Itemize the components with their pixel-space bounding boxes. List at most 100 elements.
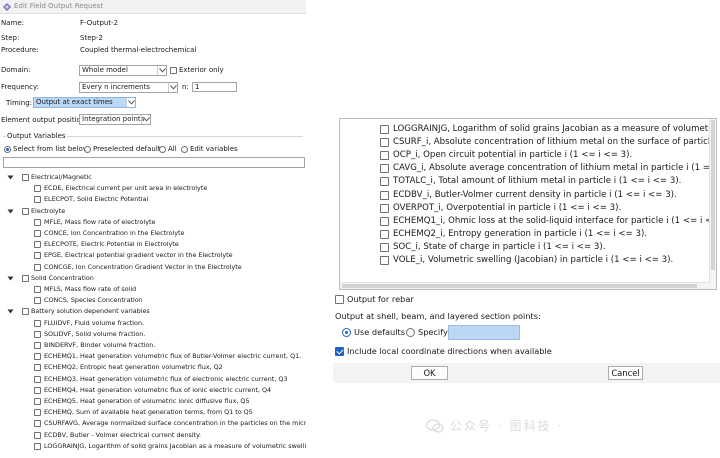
all-radio[interactable] [159, 146, 166, 153]
output-for-rebar-checkbox[interactable] [335, 295, 344, 304]
list-item-checkbox[interactable] [380, 203, 389, 213]
ok-button[interactable]: OK [411, 366, 448, 380]
variables-text-field[interactable] [3, 157, 305, 168]
list-item[interactable]: VOLE_i, Volumetric swelling (Jacobian) i… [380, 253, 716, 266]
tree-item-row[interactable]: FLUIDVF, Fluid volume fraction. [0, 318, 306, 329]
tree-group-row[interactable]: Electrical/Magnetic [0, 172, 306, 183]
list-item[interactable]: OCP_i, Open circuit potential in particl… [380, 148, 716, 161]
tree-checkbox[interactable] [34, 420, 41, 428]
list-item[interactable]: LOGGRAINJG, Logarithm of solid grains Ja… [380, 122, 716, 135]
tree-checkbox[interactable] [34, 398, 41, 405]
tree-item-row[interactable]: LOGGRAINJG, Logarithm of solid grains Ja… [0, 441, 306, 452]
tree-checkbox[interactable] [34, 252, 41, 260]
tree-checkbox[interactable] [34, 386, 41, 394]
list-item[interactable]: OVERPOT_i, Overpotential in particle i (… [380, 201, 716, 214]
tree-item-row[interactable]: EPGE, Electrical potential gradient vect… [0, 250, 306, 261]
domain-combo[interactable]: Whole model [79, 65, 167, 76]
tree-checkbox[interactable] [34, 263, 41, 271]
list-item-checkbox[interactable] [380, 216, 389, 226]
tree-checkbox[interactable] [34, 185, 41, 193]
tree-item-row[interactable]: ECHEMQ5, Heat generation of volumetric i… [0, 396, 306, 407]
element-output-combo[interactable]: Integration points [79, 114, 151, 125]
tree-item-row[interactable]: ELECPOTE, Electric Potential in Electrol… [0, 239, 306, 250]
output-variables-tree[interactable]: Electrical/Magnetic ECDE, Electrical curr… [0, 171, 306, 458]
list-item[interactable]: ECDBV_i, Butler-Volmer current density i… [380, 188, 716, 201]
timing-combo[interactable]: Output at exact times [33, 97, 136, 108]
tree-checkbox[interactable] [34, 353, 41, 361]
tree-item-row[interactable]: MFLS, Mass flow rate of solid [0, 284, 306, 295]
specify-radio[interactable] [406, 328, 415, 337]
tree-checkbox[interactable] [34, 241, 41, 249]
tree-checkbox[interactable] [22, 308, 29, 316]
preselected-defaults-radio[interactable] [84, 146, 91, 153]
tree-item-row[interactable]: CONCGE, Ion Concentration Gradient Vecto… [0, 262, 306, 273]
list-item-checkbox[interactable] [380, 125, 389, 134]
tree-checkbox[interactable] [34, 375, 41, 383]
tree-item-row[interactable]: SOLIDVF, Solid volume fraction. [0, 329, 306, 340]
list-item[interactable]: CSURF_i, Absolute concentration of lithi… [380, 135, 716, 148]
list-item[interactable]: TOTALC_i, Total amount of lithium metal … [380, 174, 716, 187]
tree-checkbox[interactable] [34, 330, 41, 338]
scrollbar-thumb[interactable] [711, 120, 715, 270]
tree-group-row[interactable]: Battery solution dependent variables [0, 306, 306, 317]
tree-group-row[interactable]: Electrolyte [0, 206, 306, 217]
edit-variables-radio[interactable] [181, 146, 188, 153]
list-item[interactable]: SOC_i, State of charge in particle i (1 … [380, 240, 716, 253]
tree-item-row[interactable]: ECHEMQ2, Entropic heat generation volume… [0, 362, 306, 373]
tree-item-row[interactable]: ECDE, Electrical current per unit area i… [0, 183, 306, 194]
list-item-checkbox[interactable] [380, 151, 389, 161]
tree-item-row[interactable]: CONCS, Species Concentration [0, 295, 306, 306]
tree-checkbox[interactable] [34, 297, 41, 305]
frequency-combo[interactable]: Every n increments [79, 82, 178, 93]
local-coords-checkbox[interactable] [335, 347, 344, 356]
tree-checkbox[interactable] [22, 274, 29, 282]
tree-group-row[interactable]: Solid Concentration [0, 273, 306, 284]
tree-item-row[interactable]: ECHEMQ, Sum of available heat generation… [0, 407, 306, 418]
tree-checkbox[interactable] [22, 207, 29, 215]
tree-checkbox[interactable] [34, 230, 41, 237]
list-item-checkbox[interactable] [380, 164, 389, 174]
expand-triangle-icon[interactable] [7, 275, 14, 282]
tree-item-row[interactable]: ECHEMQ3, Heat generation volumetric flux… [0, 374, 306, 385]
tree-checkbox[interactable] [34, 218, 41, 226]
expand-triangle-icon[interactable] [7, 208, 14, 215]
list-item-checkbox[interactable] [380, 190, 389, 200]
list-item-checkbox[interactable] [380, 177, 389, 187]
tree-checkbox[interactable] [34, 364, 41, 372]
tree-item-row[interactable]: MFLE, Mass flow rate of electrolyte [0, 217, 306, 228]
horizontal-scrollbar[interactable] [340, 282, 710, 289]
list-item[interactable]: ECHEMQ2_i, Entropy generation in particl… [380, 227, 716, 240]
tree-item-row[interactable]: ECHEMQ1, Heat generation volumetric flux… [0, 351, 306, 362]
select-from-list-radio[interactable] [4, 146, 11, 153]
tree-item-row[interactable]: ECHEMQ4, Heat generation volumetric flux… [0, 385, 306, 396]
tree-checkbox[interactable] [34, 342, 41, 349]
n-input[interactable]: 1 [192, 82, 237, 92]
scrollbar-thumb[interactable] [342, 284, 697, 288]
list-item-checkbox[interactable] [380, 256, 389, 265]
tree-checkbox[interactable] [34, 431, 41, 439]
list-item[interactable]: CAVG_i, Absolute average concentration o… [380, 161, 716, 174]
expand-triangle-icon[interactable] [7, 308, 14, 315]
expand-triangle-icon[interactable] [7, 174, 14, 181]
tree-checkbox[interactable] [34, 286, 41, 293]
use-defaults-radio[interactable] [342, 328, 351, 337]
list-item-checkbox[interactable] [380, 229, 389, 239]
particle-variables-list[interactable]: LOGGRAINJG, Logarithm of solid grains Ja… [339, 118, 717, 290]
vertical-scrollbar[interactable] [709, 119, 716, 289]
list-item[interactable]: ECHEMQ1_i, Ohmic loss at the solid-liqui… [380, 214, 716, 227]
tree-item-row[interactable]: ELECPOT, Solid Electric Potential [0, 194, 306, 205]
tree-checkbox[interactable] [22, 174, 29, 181]
tree-checkbox[interactable] [34, 442, 41, 450]
tree-item-row[interactable]: ECDBV, Butler - Volmer electrical curren… [0, 430, 306, 441]
list-item-checkbox[interactable] [380, 242, 389, 252]
list-item-checkbox[interactable] [380, 138, 389, 148]
tree-item-row[interactable]: BINDERVF, Binder volume fraction. [0, 340, 306, 351]
cancel-button[interactable]: Cancel [608, 366, 643, 380]
tree-checkbox[interactable] [34, 409, 41, 417]
specify-input[interactable] [448, 325, 520, 340]
exterior-only-checkbox[interactable] [170, 67, 177, 74]
tree-item-row[interactable]: CONCE, Ion Concentration in the Electrol… [0, 228, 306, 239]
tree-checkbox[interactable] [34, 319, 41, 327]
tree-item-row[interactable]: CSURFAVG, Average normalized surface con… [0, 418, 306, 429]
tree-checkbox[interactable] [34, 196, 41, 204]
